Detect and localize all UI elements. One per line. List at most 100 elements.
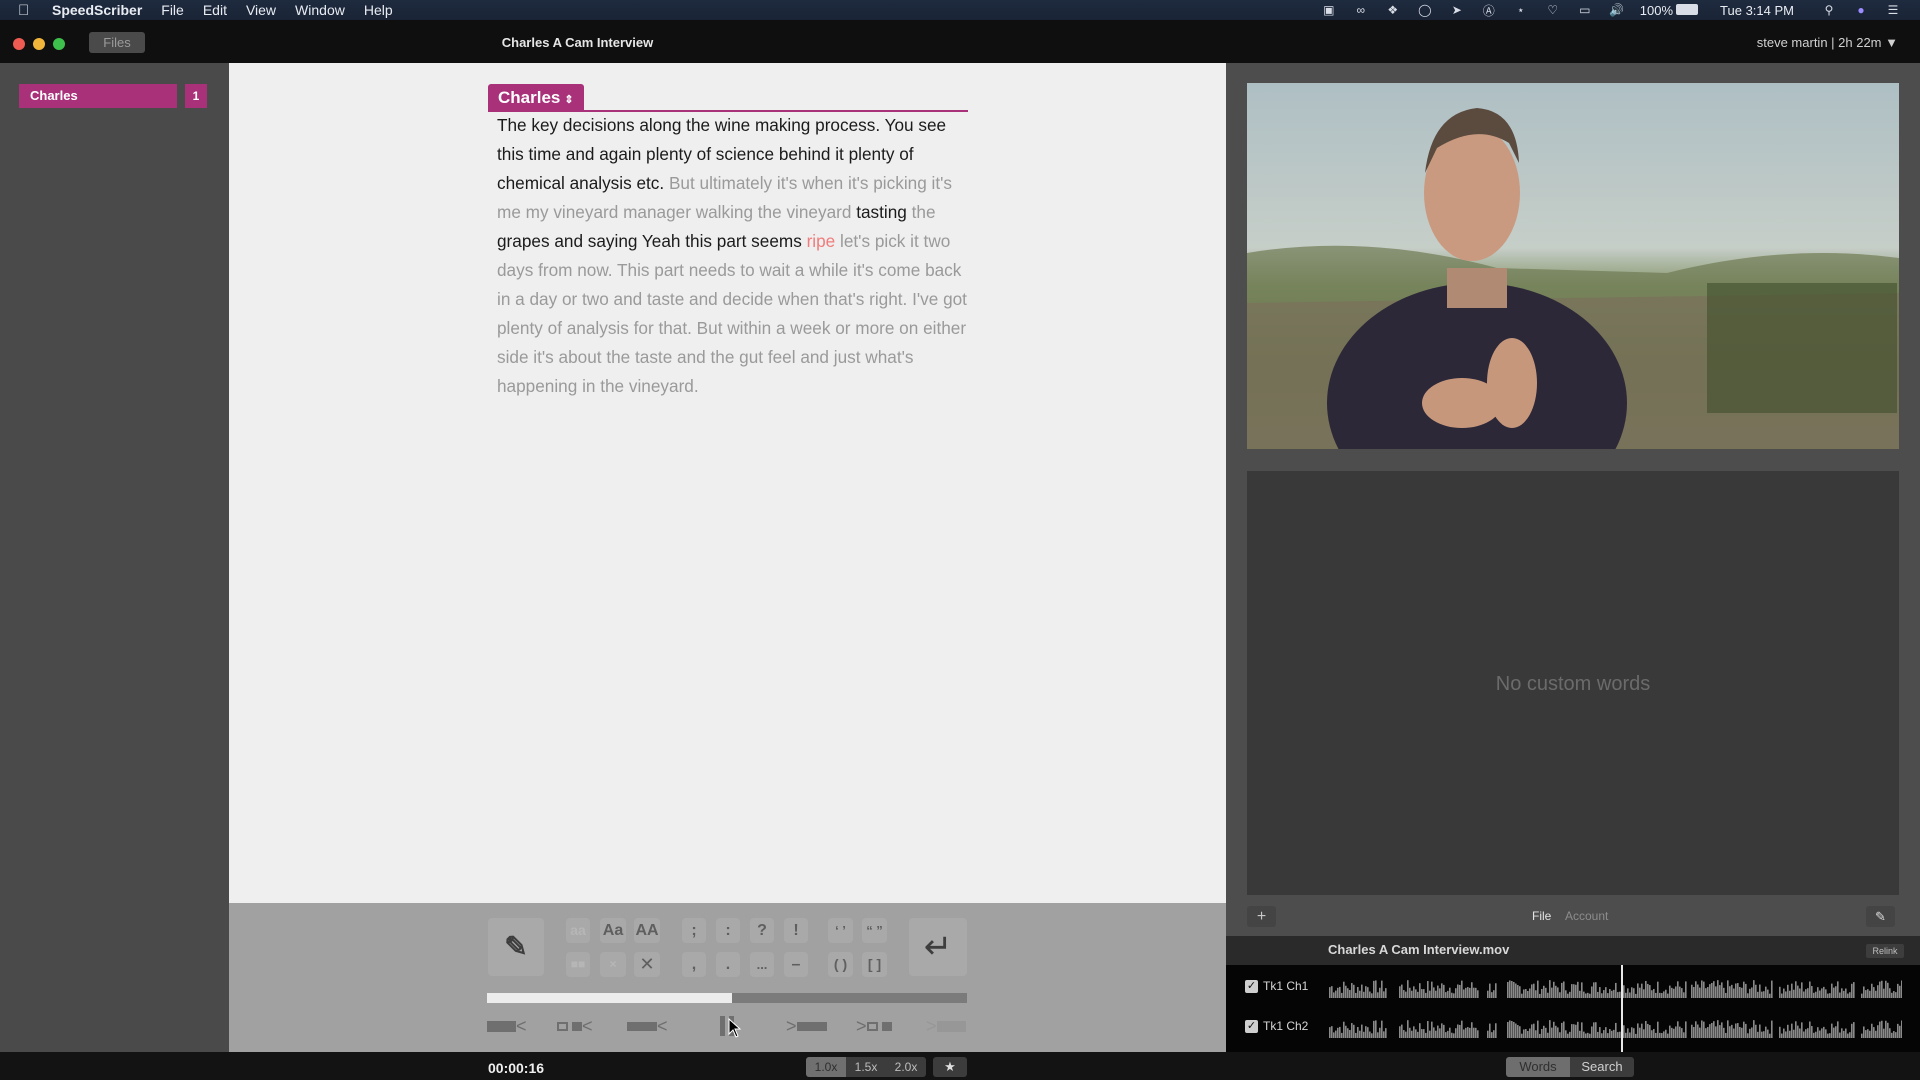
a-icon[interactable]: Ⓐ (1480, 3, 1498, 18)
favorite-star-button[interactable]: ★ (933, 1057, 967, 1077)
prev-word-button[interactable]: < (627, 1016, 668, 1036)
airplay-icon[interactable]: ▭ (1576, 3, 1594, 17)
merge-button[interactable]: ■■ (566, 952, 590, 977)
next-sentence-button[interactable]: > (856, 1016, 892, 1036)
speaker-selector[interactable]: Charles ⇕ (488, 84, 584, 111)
ellipsis-button[interactable]: ... (750, 952, 774, 977)
flagged-word[interactable]: ripe (807, 231, 836, 251)
spotlight-search-icon[interactable]: ⚲ (1820, 3, 1838, 17)
notification-center-icon[interactable]: ☰ (1884, 3, 1902, 17)
tab-file[interactable]: File (1532, 909, 1551, 923)
parentheses-button[interactable]: ( ) (828, 952, 853, 977)
track-checkbox[interactable]: ✓ (1245, 979, 1258, 993)
waveform-bar (1473, 1027, 1475, 1038)
waveform-bar (1809, 1021, 1811, 1038)
exclamation-button[interactable]: ! (784, 918, 808, 943)
speed-2x-button[interactable]: 2.0x (886, 1057, 926, 1077)
delete-small-button[interactable]: × (600, 952, 626, 977)
video-preview[interactable] (1247, 83, 1899, 449)
edit-words-button[interactable]: ✎ (1866, 906, 1895, 927)
forward-icon[interactable]: ➤ (1448, 3, 1466, 17)
prev-paragraph-button[interactable]: < (487, 1016, 527, 1036)
menu-edit[interactable]: Edit (203, 2, 227, 18)
titlecase-button[interactable]: Aa (600, 918, 626, 943)
single-quotes-button[interactable]: ‘ ’ (828, 918, 853, 943)
next-paragraph-button[interactable]: > (926, 1016, 966, 1036)
waveform-bar (1771, 1020, 1773, 1038)
prev-sentence-button[interactable]: < (557, 1016, 593, 1036)
volume-icon[interactable]: 🔊 (1608, 3, 1626, 17)
double-quotes-button[interactable]: “ ” (862, 918, 887, 943)
tab-words[interactable]: Words (1506, 1057, 1570, 1077)
account-menu[interactable]: steve martin | 2h 22m ▼ (1757, 35, 1898, 50)
speed-1x-button[interactable]: 1.0x (806, 1057, 846, 1077)
waveform-bar (1741, 1027, 1743, 1038)
lowercase-button[interactable]: aa (566, 918, 590, 943)
waveform-bar (1875, 1030, 1877, 1038)
dash-button[interactable]: – (784, 952, 808, 977)
playhead[interactable] (1621, 965, 1624, 1052)
siri-icon[interactable]: ● (1852, 3, 1870, 17)
speaker-list-item[interactable]: Charles 1 (19, 84, 207, 108)
edit-pencil-button[interactable]: ✎ (488, 918, 544, 976)
waveform-bar (1871, 1023, 1873, 1038)
clock[interactable]: Tue 3:14 PM (1720, 3, 1794, 18)
relink-button[interactable]: Relink (1866, 944, 1904, 958)
transcript-segment[interactable]: tasting (856, 202, 911, 222)
playback-progress-bar[interactable] (487, 993, 967, 1003)
waveform-bar (1331, 1026, 1333, 1038)
menu-app-name[interactable]: SpeedScriber (52, 2, 142, 18)
waveform-bar (1577, 1021, 1579, 1038)
transcript-text[interactable]: The key decisions along the wine making … (497, 111, 975, 401)
menu-help[interactable]: Help (364, 2, 393, 18)
track-label: Tk1 Ch2 (1263, 1019, 1309, 1033)
comma-button[interactable]: , (682, 952, 706, 977)
menu-view[interactable]: View (246, 2, 276, 18)
colon-button[interactable]: : (716, 918, 740, 943)
waveform-bar (1713, 1021, 1715, 1038)
waveform-bar (1429, 1030, 1431, 1038)
camera-icon[interactable]: ▣ (1320, 3, 1338, 17)
speed-1-5x-button[interactable]: 1.5x (846, 1057, 886, 1077)
creative-cloud-icon[interactable]: ∞ (1352, 3, 1370, 17)
tab-search[interactable]: Search (1570, 1057, 1634, 1077)
delete-button[interactable]: ✕ (634, 952, 660, 977)
waveform-bar (1671, 987, 1673, 998)
return-button[interactable]: ↵ (909, 918, 967, 976)
waveform-bar (1881, 1020, 1883, 1038)
battery-status[interactable]: 100% (1640, 3, 1699, 18)
brackets-button[interactable]: [ ] (862, 952, 887, 977)
waveform-bar (1899, 985, 1901, 998)
waveform-bar (1851, 1023, 1853, 1038)
waveform-bar (1617, 1032, 1619, 1038)
uppercase-button[interactable]: AA (634, 918, 660, 943)
waveform-bar (1653, 988, 1655, 998)
waveform-bar (1419, 1023, 1421, 1038)
waveform-bar (1529, 988, 1531, 998)
menu-window[interactable]: Window (295, 2, 345, 18)
waveform-bar (1595, 1022, 1597, 1038)
transcript-segment[interactable]: let's pick it two days from now. This pa… (497, 231, 967, 396)
question-mark-button[interactable]: ? (750, 918, 774, 943)
bluetooth-icon[interactable]: ⋆ (1512, 3, 1530, 17)
dropbox-icon[interactable]: ❖ (1384, 3, 1402, 17)
waveform-bar (1587, 992, 1589, 998)
tab-account[interactable]: Account (1565, 909, 1608, 923)
track-checkbox[interactable]: ✓ (1245, 1019, 1258, 1033)
period-button[interactable]: . (716, 952, 740, 977)
menu-file[interactable]: File (161, 2, 184, 18)
waveform-bar (1473, 987, 1475, 998)
transcript-segment[interactable]: grapes and saying Yeah this part seems (497, 231, 807, 251)
semicolon-button[interactable]: ; (682, 918, 706, 943)
waveform-bar (1379, 1027, 1381, 1038)
transcript-segment[interactable]: the (912, 202, 936, 222)
add-word-button[interactable]: + (1247, 906, 1276, 927)
waveform-bar (1617, 992, 1619, 998)
wifi-icon[interactable]: ♡ (1544, 3, 1562, 17)
apple-icon[interactable]:  (18, 2, 36, 19)
onepassword-icon[interactable]: ◯ (1416, 3, 1434, 17)
waveform-track-1[interactable] (1329, 978, 1902, 998)
waveform-track-2[interactable] (1329, 1018, 1902, 1038)
waveform-bar (1425, 992, 1427, 998)
next-word-button[interactable]: > (786, 1016, 827, 1036)
